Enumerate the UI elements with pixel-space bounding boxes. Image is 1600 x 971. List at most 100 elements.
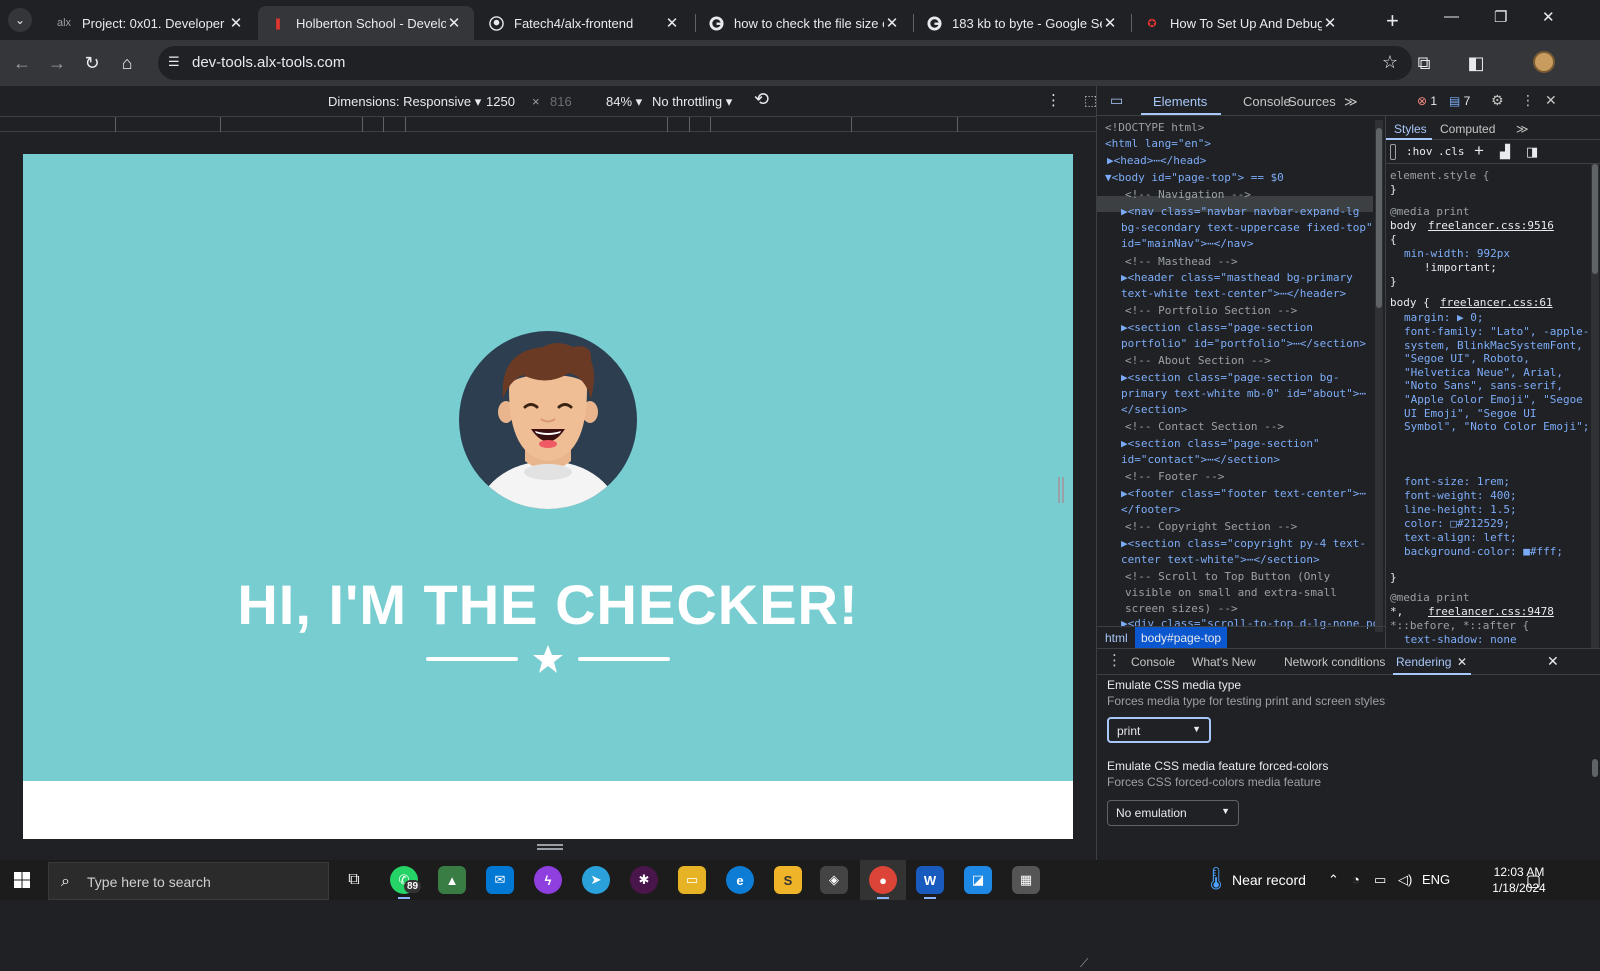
messenger-icon[interactable]: ϟ xyxy=(534,866,562,894)
drawer-menu-icon[interactable]: ⋮ xyxy=(1107,651,1122,669)
scroll-thumb[interactable] xyxy=(1592,164,1598,274)
more-tabs-icon[interactable]: ≫ xyxy=(1344,94,1358,110)
settings-gear-icon[interactable]: ⚙ xyxy=(1491,92,1504,109)
language-indicator[interactable]: ENG xyxy=(1422,872,1450,887)
dom-comment[interactable]: <!-- Contact Section --> xyxy=(1105,419,1383,435)
device-options-icon[interactable]: ⋮ xyxy=(1046,91,1061,109)
dimensions-dropdown[interactable]: Dimensions: Responsive ▾ xyxy=(328,94,481,110)
telegram-icon[interactable]: ➤ xyxy=(582,866,610,894)
breadcrumb-html[interactable]: html xyxy=(1105,631,1128,645)
close-tab-icon[interactable]: ✕ xyxy=(1102,14,1118,32)
message-count-badge[interactable]: ▤ 7 xyxy=(1449,94,1470,108)
file-explorer-icon[interactable]: ▭ xyxy=(678,866,706,894)
tab-elements[interactable]: Elements xyxy=(1153,94,1207,109)
close-tab-icon[interactable]: ✕ xyxy=(228,14,244,32)
notifications-icon[interactable]: ▢ xyxy=(1526,871,1541,891)
system-clock[interactable]: 12:03 AM 1/18/2024 xyxy=(1484,864,1554,896)
whatsapp-icon[interactable]: ✆ 89 xyxy=(390,866,422,899)
dom-comment[interactable]: <!-- Footer --> xyxy=(1105,469,1383,485)
windows-start-icon[interactable] xyxy=(14,872,30,888)
dom-comment[interactable]: <!-- Scroll to Top Button (Only visible … xyxy=(1105,569,1383,617)
dom-comment[interactable]: <!-- About Section --> xyxy=(1105,353,1383,369)
mail-icon[interactable]: ✉ xyxy=(486,866,514,894)
style-declaration[interactable]: font-family: "Lato", -apple-system, Blin… xyxy=(1404,325,1590,434)
browser-tab[interactable]: alx Project: 0x01. Developer tools ✕ xyxy=(44,6,256,40)
style-declaration[interactable]: min-width: 992px xyxy=(1404,247,1600,261)
dom-node[interactable]: <html lang="en"> xyxy=(1105,136,1383,152)
sublime-icon[interactable]: S xyxy=(774,866,802,894)
paint-bucket-icon[interactable]: ▟ xyxy=(1500,144,1510,160)
source-link[interactable]: freelancer.css:9478 xyxy=(1428,605,1600,619)
more-style-tabs-icon[interactable]: ≫ xyxy=(1516,122,1529,136)
battery-icon[interactable]: ▭ xyxy=(1374,872,1386,888)
inspect-element-icon[interactable]: ⬚ xyxy=(1084,92,1097,109)
dom-node[interactable]: ▶<footer class="footer text-center">⋯</f… xyxy=(1105,486,1383,518)
close-tab-icon[interactable]: ✕ xyxy=(664,14,680,32)
dom-comment[interactable]: <!-- Masthead --> xyxy=(1105,254,1383,270)
style-declaration[interactable]: font-weight: 400; xyxy=(1404,489,1600,503)
new-tab-icon[interactable]: + xyxy=(1386,8,1399,34)
drawer-tab-whats-new[interactable]: What's New xyxy=(1192,655,1256,669)
style-declaration[interactable]: line-height: 1.5; xyxy=(1404,503,1600,517)
dom-node-selected[interactable]: ▼<body id="page-top"> == $0 xyxy=(1105,170,1383,186)
dom-node[interactable]: ▶<section class="page-section" id="conta… xyxy=(1105,436,1383,468)
side-resize-handle[interactable] xyxy=(1058,477,1064,503)
back-icon[interactable]: ← xyxy=(10,51,34,75)
scroll-thumb[interactable] xyxy=(1376,128,1382,308)
browser-tab[interactable]: 183 kb to byte - Google Search ✕ xyxy=(914,6,1130,40)
extensions-icon[interactable]: ⧉ xyxy=(1412,51,1436,75)
close-drawer-icon[interactable]: ✕ xyxy=(1547,653,1559,670)
source-link[interactable]: freelancer.css:9516 xyxy=(1428,219,1600,233)
home-icon[interactable]: ⌂ xyxy=(115,51,139,75)
dom-node[interactable]: <!DOCTYPE html> xyxy=(1105,120,1383,136)
side-panel-icon[interactable]: ◧ xyxy=(1464,51,1488,75)
style-declaration[interactable]: background-color: ■#fff; xyxy=(1404,545,1600,559)
drawer-scrollbar[interactable] xyxy=(1591,679,1599,855)
close-tab-icon[interactable]: ✕ xyxy=(1322,14,1338,32)
close-devtools-icon[interactable]: ✕ xyxy=(1545,92,1557,109)
volume-icon[interactable]: ◁) xyxy=(1398,872,1412,888)
style-selector[interactable]: *::before, *::after { xyxy=(1390,619,1590,633)
error-count-badge[interactable]: ⊗ 1 xyxy=(1417,94,1437,108)
chevron-up-icon[interactable]: ⌃ xyxy=(1328,872,1339,888)
cls-toggle[interactable]: .cls xyxy=(1438,145,1465,158)
virtualbox-icon[interactable]: ◈ xyxy=(820,866,848,894)
chrome-icon[interactable]: ● xyxy=(869,866,897,899)
style-declaration[interactable]: color: □#212529; xyxy=(1404,517,1600,531)
style-declaration[interactable]: text-align: left; xyxy=(1404,531,1600,545)
browser-tab[interactable]: ✪ How To Set Up And Debug A ✕ xyxy=(1132,6,1350,40)
elements-scrollbar[interactable] xyxy=(1375,120,1383,632)
dom-node[interactable]: ▶<section class="page-section portfolio"… xyxy=(1105,320,1383,352)
reload-icon[interactable]: ↻ xyxy=(80,51,104,75)
bottom-resize-handle[interactable] xyxy=(537,844,563,850)
calculator-icon[interactable]: ▦ xyxy=(1012,866,1040,894)
zoom-dropdown[interactable]: 84% ▾ xyxy=(606,94,642,110)
minimize-icon[interactable]: — xyxy=(1444,8,1459,25)
height-input[interactable]: 816 xyxy=(550,94,572,109)
browser-tab[interactable]: how to check the file size of ✕ xyxy=(696,6,912,40)
source-link[interactable]: freelancer.css:61 xyxy=(1440,296,1600,310)
styles-scrollbar[interactable] xyxy=(1591,164,1599,648)
restore-icon[interactable]: ❐ xyxy=(1494,8,1507,26)
width-input[interactable]: 1250 xyxy=(486,94,515,109)
photos-icon[interactable]: ◪ xyxy=(964,866,992,894)
corner-resize-handle[interactable]: ⟋ xyxy=(1080,956,1088,971)
task-view-icon[interactable]: ⧉ xyxy=(340,866,368,894)
browser-tab[interactable]: Fatech4/alx-frontend ✕ xyxy=(476,6,692,40)
dom-node[interactable]: ▶<header class="masthead bg-primary text… xyxy=(1105,270,1383,302)
scroll-thumb[interactable] xyxy=(1592,759,1598,777)
address-bar[interactable]: ☰ dev-tools.alx-tools.com ☆ xyxy=(158,46,1412,80)
media-query-ruler[interactable] xyxy=(0,116,1096,133)
word-icon[interactable]: W xyxy=(916,866,944,899)
dom-node[interactable]: ▶<section class="page-section bg-primary… xyxy=(1105,370,1383,418)
dom-comment[interactable]: <!-- Portfolio Section --> xyxy=(1105,303,1383,319)
media-type-select[interactable]: print ▼ xyxy=(1107,717,1211,743)
taskbar-search-box[interactable]: ⌕ Type here to search xyxy=(48,862,329,900)
style-declaration[interactable]: margin: ▶ 0; xyxy=(1404,311,1600,325)
drawer-tab-console[interactable]: Console xyxy=(1131,655,1175,669)
toggle-sidebar-icon[interactable]: ◨ xyxy=(1526,144,1538,160)
site-info-icon[interactable]: ☰ xyxy=(168,54,186,72)
tab-sources[interactable]: Sources xyxy=(1288,94,1336,109)
dom-comment[interactable]: <!-- Copyright Section --> xyxy=(1105,519,1383,535)
dom-node[interactable]: ▶<head>⋯</head> xyxy=(1105,153,1383,169)
